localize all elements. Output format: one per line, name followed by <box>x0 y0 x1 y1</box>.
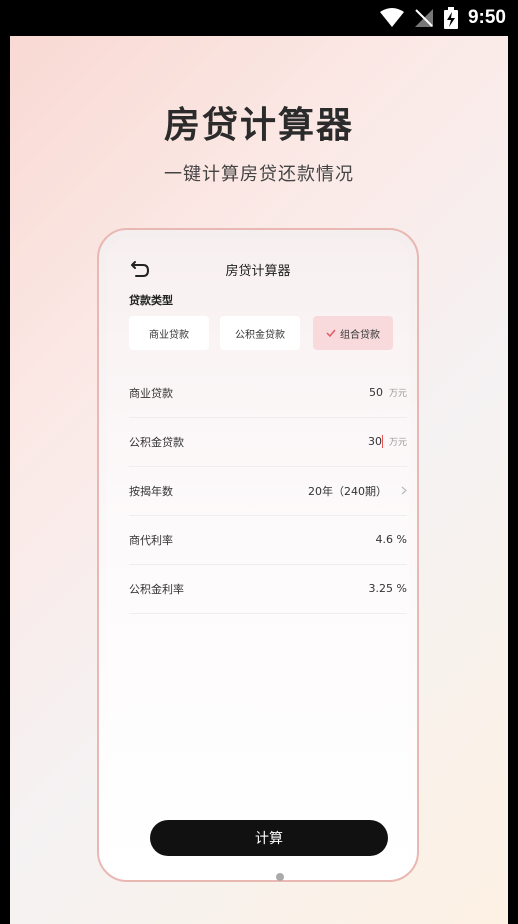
wifi-icon <box>379 8 404 27</box>
battery-charging-icon <box>443 7 458 29</box>
loan-type-label: 组合贷款 <box>340 329 380 341</box>
no-signal-icon <box>414 9 433 27</box>
hero-subtitle: 一键计算房贷还款情况 <box>164 164 354 185</box>
page-indicator <box>276 873 284 881</box>
loan-type-commercial[interactable]: 商业贷款 <box>129 316 209 350</box>
row-label: 公积金利率 <box>129 582 184 596</box>
unit-label: 万元 <box>388 438 407 448</box>
fund-rate-input[interactable]: 3.25 % <box>369 582 407 595</box>
unit-label: 万元 <box>388 389 407 399</box>
loan-type-label: 公积金贷款 <box>235 329 285 341</box>
loan-type-fund[interactable]: 公积金贷款 <box>220 316 300 350</box>
row-label: 商业贷款 <box>129 386 173 400</box>
row-label: 公积金贷款 <box>129 435 184 449</box>
mockup-screen: 房贷计算器 贷款类型 商业贷款 公积金贷款 组合贷款 商业贷款 50 万元 公积… <box>107 238 409 872</box>
row-loan-years[interactable]: 按揭年数 20年（240期） <box>129 466 407 516</box>
loan-type-label: 贷款类型 <box>129 294 173 307</box>
status-bar: 9:50 <box>0 0 518 36</box>
calculate-button[interactable]: 计算 <box>150 820 388 856</box>
row-label: 商代利率 <box>129 533 173 547</box>
hero-title: 房贷计算器 <box>163 105 354 146</box>
text-cursor <box>381 435 383 449</box>
commercial-rate-input[interactable]: 4.6 % <box>376 533 407 546</box>
status-icons: 9:50 <box>379 6 506 30</box>
row-commercial-loan[interactable]: 商业贷款 50 万元 <box>129 368 407 418</box>
check-icon <box>326 329 336 337</box>
row-fund-loan[interactable]: 公积金贷款 30 万元 <box>129 417 407 467</box>
loan-type-label: 商业贷款 <box>149 329 189 341</box>
chevron-right-icon <box>401 486 407 495</box>
loan-years-value: 20年（240期） <box>308 484 387 498</box>
row-commercial-rate[interactable]: 商代利率 4.6 % <box>129 515 407 565</box>
phone-mockup: 房贷计算器 贷款类型 商业贷款 公积金贷款 组合贷款 商业贷款 50 万元 公积… <box>97 228 419 882</box>
row-label: 按揭年数 <box>129 484 173 498</box>
app-title: 房贷计算器 <box>225 264 291 279</box>
loan-type-combined[interactable]: 组合贷款 <box>313 316 393 350</box>
row-fund-rate[interactable]: 公积金利率 3.25 % <box>129 564 407 614</box>
fund-loan-amount-input[interactable]: 30 <box>368 435 383 449</box>
status-time: 9:50 <box>467 7 506 28</box>
commercial-loan-amount-input[interactable]: 50 <box>369 386 383 399</box>
